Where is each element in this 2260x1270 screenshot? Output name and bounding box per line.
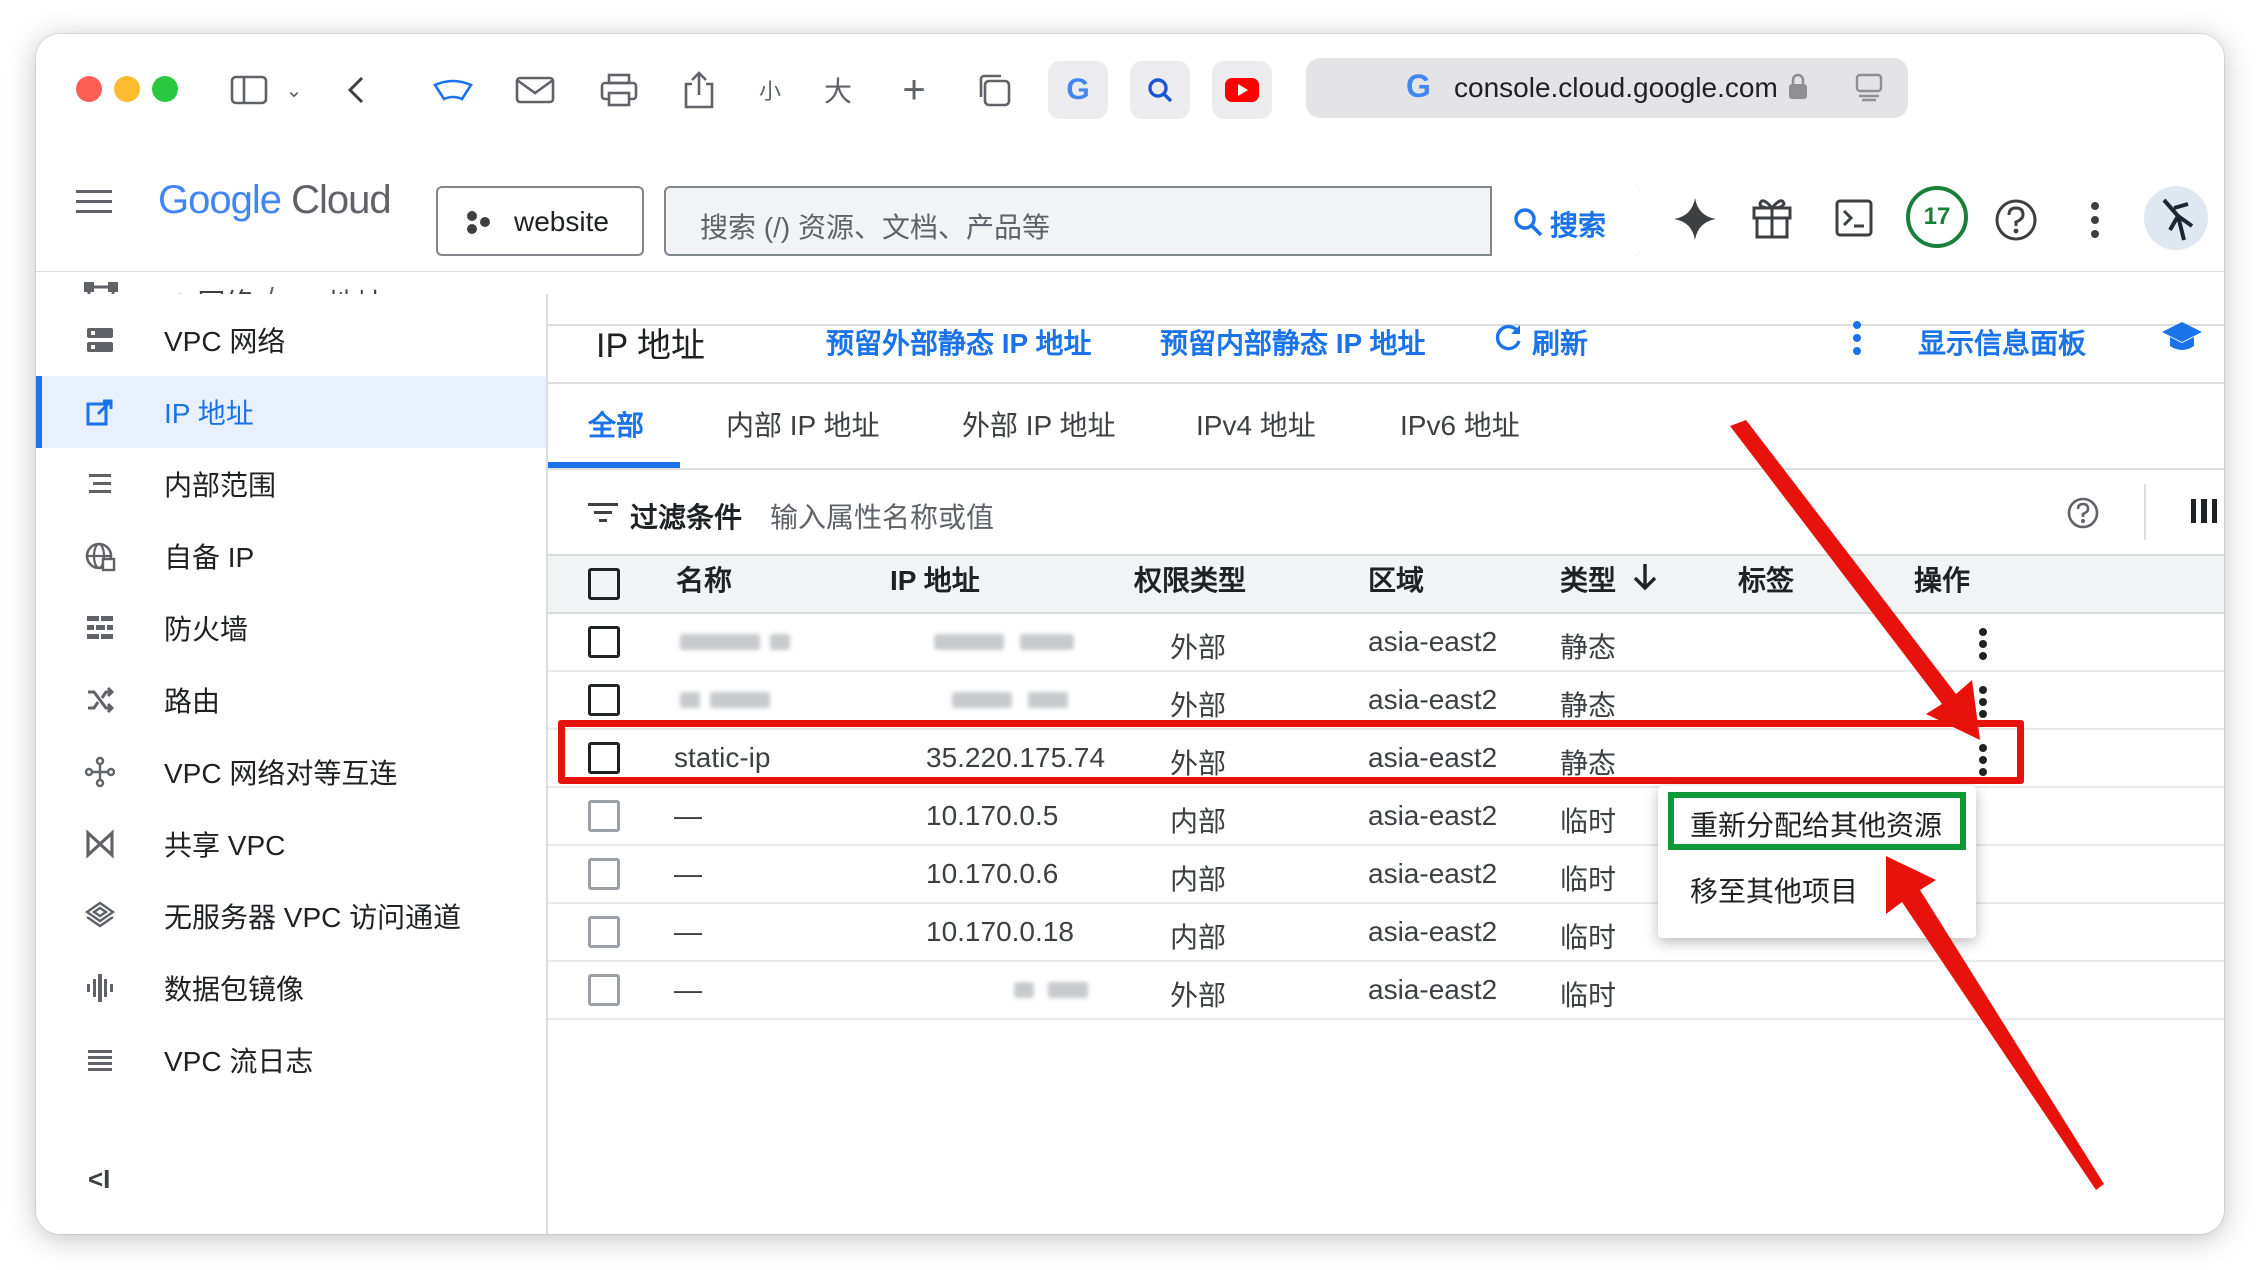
arrow-to-menu	[1886, 856, 2104, 1190]
arrow-to-kebab	[1730, 420, 1980, 740]
annotation-arrows	[1730, 420, 2104, 1190]
browser-window: ⌄ 小 大 + G G console.cloud.google.com Goo…	[36, 34, 2224, 1234]
